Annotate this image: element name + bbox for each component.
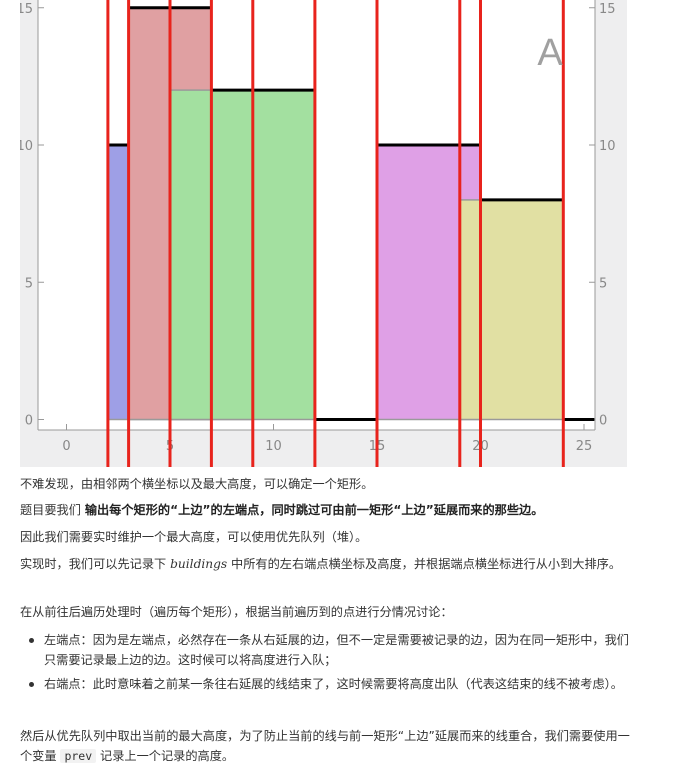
prev-code: prev: [60, 749, 97, 763]
paragraph-3: 因此我们需要实时维护一个最大高度，可以使用优先队列（堆）。: [20, 530, 368, 544]
case-list: 左端点：因为是左端点，必然存在一条从右延展的边，但不一定是需要被记录的边，因为在…: [20, 630, 635, 698]
x-tick-label-10: 10: [265, 439, 282, 454]
y-tick-label-right-10: 10: [599, 139, 616, 154]
list-item-right-endpoint: 右端点：此时意味着之前某一条往右延展的线结束了，这时候需要将高度出队（代表这结束…: [20, 674, 635, 694]
skyline-chart: 0055101015150510152025A: [20, 0, 616, 467]
paragraph-4: 实现时，我们可以先记录下 buildings 中所有的左右端点横坐标及高度，并根…: [20, 554, 632, 574]
paragraph-6-tail: 记录上一个记录的高度。: [96, 749, 235, 763]
list-item-left-endpoint: 左端点：因为是左端点，必然存在一条从右延展的边，但不一定是需要被记录的边，因为在…: [20, 630, 635, 670]
paragraph-1: 不难发现，由相邻两个横坐标以及最大高度，可以确定一个矩形。: [20, 477, 374, 491]
y-tick-label-left-10: 10: [20, 139, 33, 154]
y-tick-label-right-15: 15: [599, 2, 616, 17]
building-rect-2: [169, 89, 316, 421]
corner-label: A: [537, 32, 563, 74]
paragraph-4-tail: 中所有的左右端点横坐标及高度，并根据端点横坐标进行从小到大排序。: [227, 557, 622, 571]
paragraph-2-lead: 题目要我们: [20, 503, 85, 517]
x-tick-label-25: 25: [576, 439, 593, 454]
paragraph-2-bold: 输出每个矩形的“上边”的左端点，同时跳过可由前一矩形“上边”延展而来的那些边。: [84, 503, 544, 517]
y-tick-label-left-0: 0: [25, 414, 33, 429]
skyline-figure: 0055101015150510152025A: [20, 0, 627, 467]
y-tick-label-right-5: 5: [599, 276, 607, 291]
paragraph-4-lead: 实现时，我们可以先记录下: [20, 557, 171, 571]
y-tick-label-right-0: 0: [599, 414, 607, 429]
paragraph-6: 然后从优先队列中取出当前的最大高度，为了防止当前的线与前一矩形“上边”延展而来的…: [20, 726, 632, 766]
y-tick-label-left-5: 5: [25, 276, 33, 291]
x-tick-label-0: 0: [62, 439, 70, 454]
building-rect-4: [459, 199, 565, 421]
buildings-variable: buildings: [170, 557, 228, 571]
y-tick-label-left-15: 15: [20, 2, 33, 17]
paragraph-5: 在从前往后遍历处理时（遍历每个矩形），根据当前遍历到的点进行分情况讨论：: [20, 605, 453, 619]
paragraph-2: 题目要我们 输出每个矩形的“上边”的左端点，同时跳过可由前一矩形“上边”延展而来…: [20, 500, 632, 520]
